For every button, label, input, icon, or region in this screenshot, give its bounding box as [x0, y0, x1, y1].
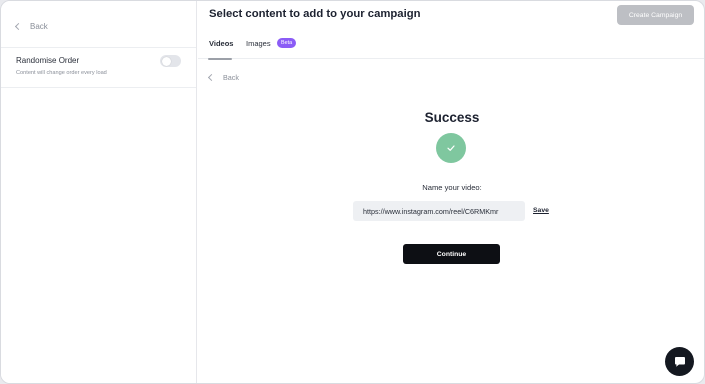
app-window: Back Randomise Order Content will change…	[0, 0, 705, 384]
page-title: Select content to add to your campaign	[209, 8, 421, 20]
create-campaign-button[interactable]: Create Campaign	[617, 5, 694, 25]
main-panel: Select content to add to your campaign C…	[198, 1, 704, 383]
check-icon	[436, 133, 466, 163]
chat-bubble-glyph	[674, 356, 685, 367]
check-glyph	[447, 145, 455, 151]
randomise-order-title: Randomise Order	[16, 56, 80, 65]
sidebar: Back Randomise Order Content will change…	[1, 1, 197, 383]
continue-button[interactable]: Continue	[403, 244, 500, 264]
beta-badge: Beta	[277, 38, 297, 48]
randomise-order-toggle[interactable]	[160, 55, 181, 67]
content-tabs: Videos Images Beta	[198, 36, 704, 60]
sidebar-divider	[1, 47, 196, 48]
save-button[interactable]: Save	[533, 207, 549, 214]
chevron-left-icon	[14, 22, 23, 30]
sidebar-back-label: Back	[30, 21, 48, 31]
back-link[interactable]: Back	[207, 71, 239, 84]
success-heading: Success	[424, 110, 480, 125]
chevron-left-icon	[207, 73, 216, 82]
tab-videos[interactable]: Videos	[209, 39, 233, 48]
chat-icon[interactable]	[665, 347, 694, 376]
tab-images[interactable]: Images	[246, 39, 271, 48]
back-label: Back	[223, 73, 239, 82]
randomise-order-subtitle: Content will change order every load	[16, 70, 107, 76]
toggle-knob	[161, 56, 171, 66]
name-video-label: Name your video:	[422, 183, 482, 192]
sidebar-divider	[1, 87, 196, 88]
sidebar-back-link[interactable]: Back	[14, 19, 48, 33]
video-name-input[interactable]	[353, 201, 525, 221]
active-tab-indicator	[208, 58, 232, 60]
